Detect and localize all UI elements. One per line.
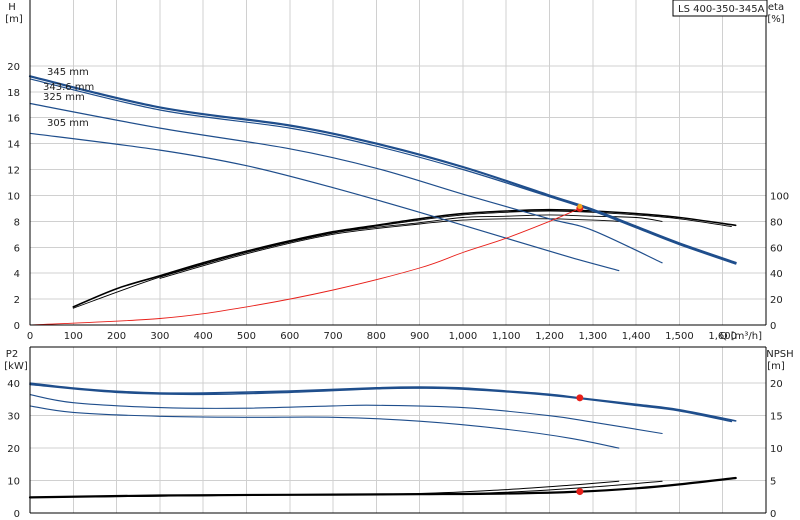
system-curve bbox=[29, 207, 581, 326]
x-tick-label: 700 bbox=[324, 331, 343, 342]
npsh-tick-label: 15 bbox=[770, 412, 783, 423]
h-tick-label: 18 bbox=[7, 88, 20, 99]
x-tick-label: 600 bbox=[280, 331, 299, 342]
chart-svg: 0 100 200 300 400 500 600 700 800 900 1,000 1,100 1,… bbox=[4, 0, 794, 520]
power-curve bbox=[29, 405, 620, 449]
head-curve bbox=[29, 78, 737, 265]
p2-tick-label: 30 bbox=[7, 412, 20, 423]
eta-tick-label: 20 bbox=[770, 295, 783, 306]
eta-tick-label: 80 bbox=[770, 217, 783, 228]
p2-tick-label: 20 bbox=[7, 444, 20, 455]
x-tick-label: 1,200 bbox=[535, 331, 564, 342]
eta-tick-label: 60 bbox=[770, 243, 783, 254]
h-tick-label: 6 bbox=[14, 243, 20, 254]
h-axis-title: H bbox=[8, 2, 16, 13]
h-tick-label: 0 bbox=[14, 321, 20, 332]
npsh-tick-label: 20 bbox=[770, 379, 783, 390]
npsh-tick-label: 0 bbox=[770, 509, 776, 520]
chart-title: LS 400-350-345A bbox=[678, 4, 765, 15]
h-tick-label: 4 bbox=[14, 269, 20, 280]
x-tick-label: 200 bbox=[107, 331, 126, 342]
grid-layer bbox=[30, 0, 766, 513]
x-tick-label: 1,500 bbox=[665, 331, 694, 342]
x-tick-label: 800 bbox=[367, 331, 386, 342]
h-axis-unit: [m] bbox=[5, 14, 23, 25]
impeller-diameter-label: 345 mm bbox=[47, 67, 89, 78]
eta-tick-label: 0 bbox=[770, 321, 776, 332]
curves-layer bbox=[28, 75, 737, 499]
npsh-tick-label: 5 bbox=[770, 477, 776, 488]
title-box: LS 400-350-345A bbox=[672, 0, 768, 17]
x-tick-label: 900 bbox=[410, 331, 429, 342]
x-tick-label: 0 bbox=[27, 331, 33, 342]
eta-axis-title: eta bbox=[768, 2, 784, 13]
h-tick-label: 12 bbox=[7, 166, 20, 177]
x-tick-label: 400 bbox=[194, 331, 213, 342]
x-tick-label: 100 bbox=[64, 331, 83, 342]
h-tick-label: 10 bbox=[7, 191, 20, 202]
h-tick-label: 2 bbox=[14, 295, 20, 306]
impeller-diameter-label: 325 mm bbox=[43, 92, 85, 103]
x-tick-label: 1,300 bbox=[579, 331, 608, 342]
p2-axis-unit: [kW] bbox=[4, 361, 28, 372]
head-curve bbox=[29, 132, 620, 272]
x-tick-label: 1,400 bbox=[622, 331, 651, 342]
h-tick-label: 20 bbox=[7, 62, 20, 73]
p2-tick-label: 40 bbox=[7, 379, 20, 390]
head-curve bbox=[29, 102, 663, 264]
p2-duty-point-marker bbox=[576, 394, 584, 402]
power-curve bbox=[29, 394, 663, 435]
h-tick-label: 8 bbox=[14, 217, 20, 228]
eta-tick-label: 40 bbox=[770, 269, 783, 280]
frame-layer bbox=[29, 0, 767, 514]
duty-point-marker-highlight bbox=[577, 203, 583, 210]
eta-axis-unit: [%] bbox=[767, 14, 784, 25]
impeller-diameter-label: 305 mm bbox=[47, 118, 89, 129]
p2-tick-label: 10 bbox=[7, 477, 20, 488]
x-tick-label: 500 bbox=[237, 331, 256, 342]
npsh-duty-point-marker bbox=[576, 488, 584, 496]
x-tick-label: 1,000 bbox=[449, 331, 478, 342]
efficiency-curve bbox=[159, 214, 663, 278]
h-tick-label: 14 bbox=[7, 140, 20, 151]
x-axis-label: Q [m³/h] bbox=[720, 331, 762, 342]
x-tick-label: 300 bbox=[150, 331, 169, 342]
npsh-tick-label: 10 bbox=[770, 444, 783, 455]
npsh-axis-unit: [m] bbox=[767, 361, 785, 372]
npsh-axis-title: NPSH bbox=[766, 349, 793, 360]
p2-axis-title: P2 bbox=[6, 349, 18, 360]
h-tick-label: 16 bbox=[7, 114, 20, 125]
p2-tick-label: 0 bbox=[14, 509, 20, 520]
text-layer: 0 100 200 300 400 500 600 700 800 900 1,000 1,100 1,… bbox=[4, 2, 793, 520]
eta-tick-label: 100 bbox=[770, 191, 789, 202]
x-tick-label: 1,100 bbox=[492, 331, 521, 342]
